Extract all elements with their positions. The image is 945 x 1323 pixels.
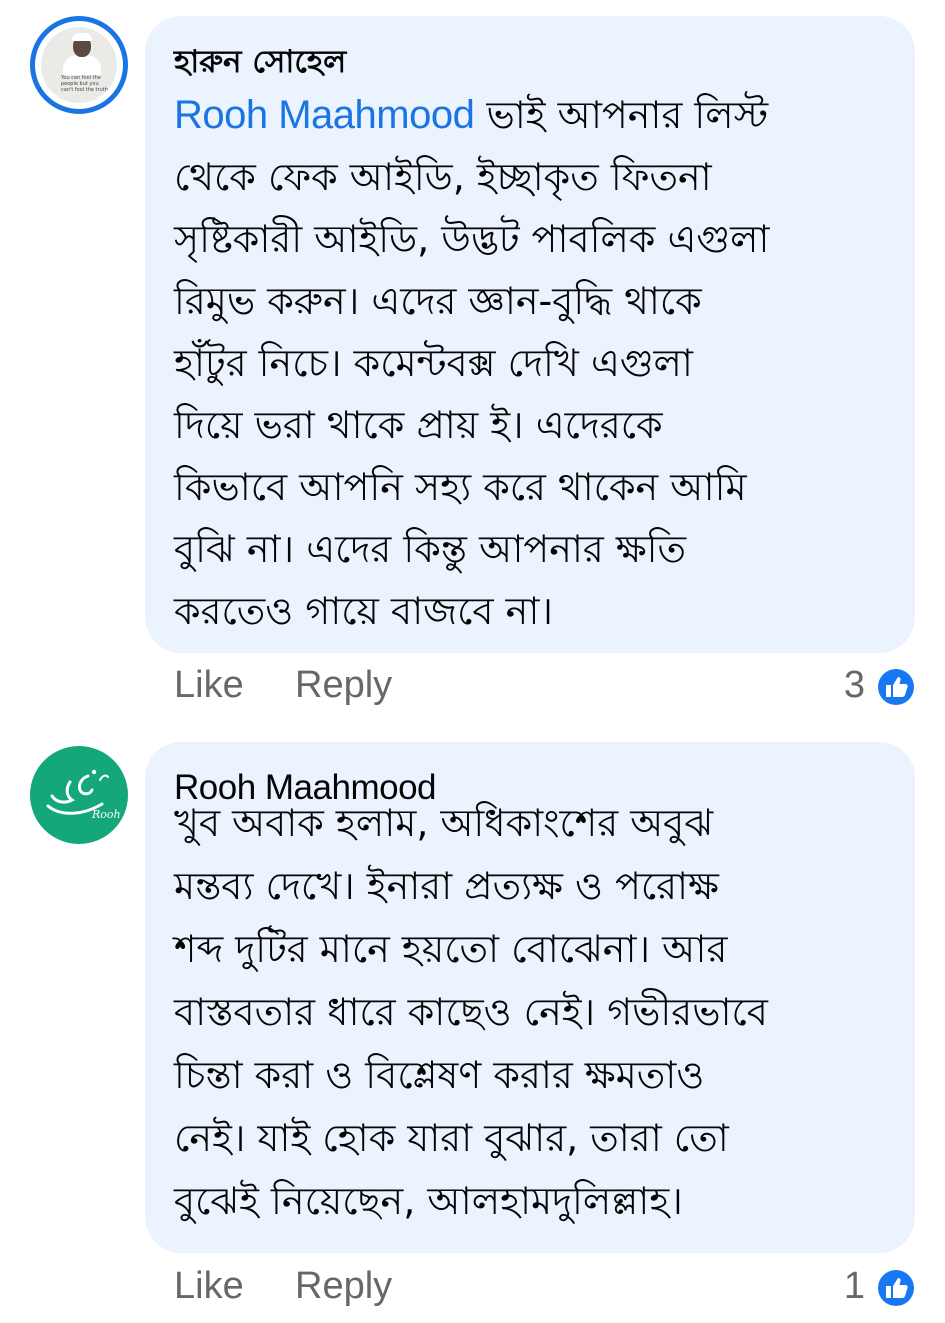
reply-button[interactable]: Reply xyxy=(295,1265,392,1308)
rooh-logo-icon: Rooh xyxy=(46,769,121,821)
avatar-caption: You can fool the people but you can't fo… xyxy=(61,75,108,93)
comment-bubble: হারুন সোহেল Rooh Maahmood ভাই আপনার লিস্… xyxy=(145,16,915,653)
reaction-count: 1 xyxy=(843,1265,865,1307)
mention-link[interactable]: Rooh Maahmood xyxy=(174,93,475,137)
comment-body: ভাই আপনার লিস্ট থেকে ফেক আইডি, ইচ্ছাকৃত … xyxy=(174,93,770,633)
like-icon xyxy=(876,1268,916,1308)
reply-button[interactable]: Reply xyxy=(295,664,392,707)
profile-photo-icon: You can fool the people but you can't fo… xyxy=(41,27,117,103)
comment-bubble: Rooh Maahmood খুব অবাক হলাম, অধিকাংশের অ… xyxy=(145,742,915,1253)
avatar[interactable]: Rooh xyxy=(30,746,128,844)
svg-text:Rooh: Rooh xyxy=(91,808,121,821)
comment-body: খুব অবাক হলাম, অধিকাংশের অবুঝ মন্তব্য দে… xyxy=(174,801,768,1223)
like-button[interactable]: Like xyxy=(174,1265,244,1308)
avatar[interactable]: You can fool the people but you can't fo… xyxy=(30,16,128,114)
reaction-count: 3 xyxy=(843,664,865,706)
like-icon xyxy=(876,667,916,707)
like-button[interactable]: Like xyxy=(174,664,244,707)
comment-text: Rooh Maahmood ভাই আপনার লিস্ট থেকে ফেক আ… xyxy=(174,84,894,642)
comment-author[interactable]: হারুন সোহেল xyxy=(174,42,346,82)
